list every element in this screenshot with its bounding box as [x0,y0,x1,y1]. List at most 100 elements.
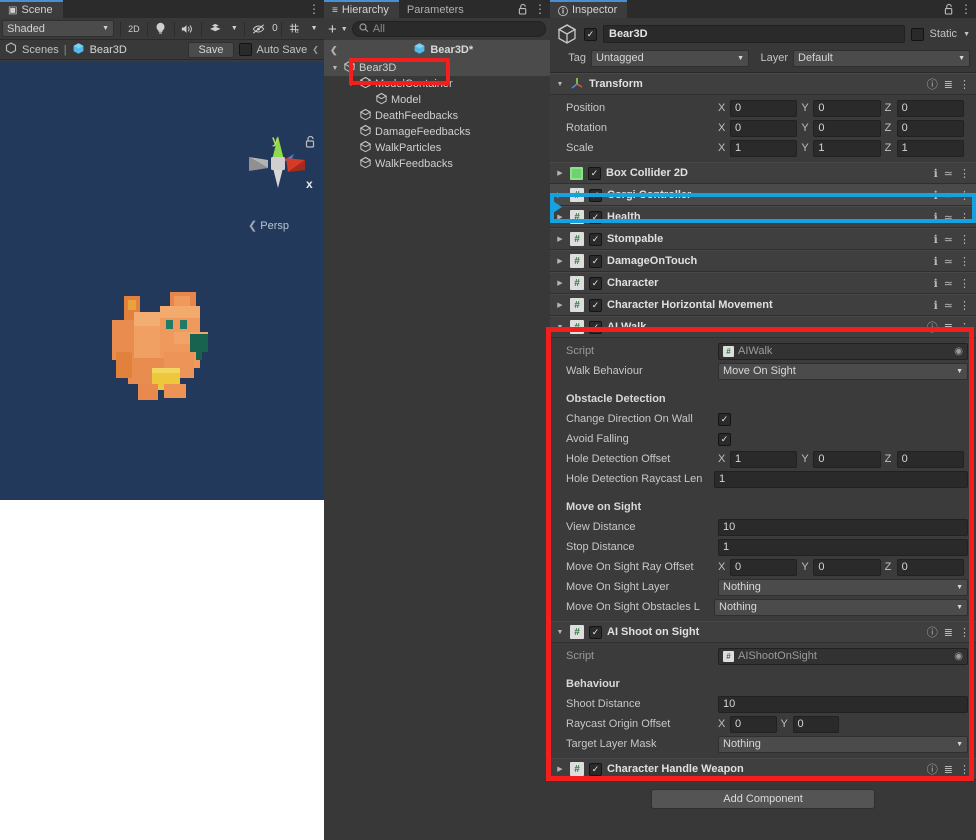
hole-offset-x-input[interactable]: 1 [730,450,798,468]
kebab-icon[interactable]: ⋮ [959,277,970,290]
foldout-collapsed-icon[interactable]: ▶ [555,765,565,773]
help-icon[interactable]: ⓘ [927,761,938,777]
component-enabled-checkbox[interactable]: ✓ [589,298,602,312]
hierarchy-item-bear3d[interactable]: ▼ Bear3D [324,60,550,76]
preset-icon[interactable]: ≃ [944,211,953,224]
ai-walk-enabled-checkbox[interactable]: ✓ [589,320,602,334]
tab-parameters[interactable]: Parameters [398,0,474,18]
component-enabled-checkbox[interactable]: ✓ [589,188,602,202]
preset-icon[interactable]: ≣ [944,626,953,639]
component-header-transform[interactable]: ▼ Transform ⓘ ≣ ⋮ [550,73,976,95]
foldout-expanded-icon[interactable]: ▼ [330,65,340,72]
breadcrumb-collapse-chevron-icon[interactable]: ❮ [312,45,319,54]
foldout-expanded-icon[interactable]: ▼ [555,629,565,636]
obstacles-layer-dropdown[interactable]: Nothing ▼ [714,598,968,616]
hierarchy-search-input[interactable]: All [351,21,546,37]
preset-icon[interactable]: ≃ [944,277,953,290]
tab-scene[interactable]: ▣ Scene [0,0,63,18]
stop-distance-input[interactable]: 1 [718,538,968,556]
ray-offset-z-input[interactable]: 0 [896,558,964,576]
kebab-icon[interactable]: ⋮ [959,321,970,334]
component-header-character[interactable]: ▶ # ✓ Character ℹ ≃ ⋮ [550,272,976,294]
kebab-icon[interactable]: ⋮ [959,211,970,224]
tag-dropdown[interactable]: Untagged ▼ [591,49,749,67]
component-header-box-collider-2d[interactable]: ▶ ✓ Box Collider 2D ℹ ≃ ⋮ [550,162,976,184]
character-handle-weapon-enabled-checkbox[interactable]: ✓ [589,762,602,776]
transform-position-z-input[interactable]: 0 [896,99,964,117]
hidden-objects-icon[interactable] [247,20,270,37]
shoot-distance-input[interactable]: 10 [718,695,968,713]
layer-dropdown[interactable]: Default ▼ [793,49,970,67]
preset-icon[interactable]: ≣ [944,763,953,776]
gameobject-active-checkbox[interactable]: ✓ [584,27,597,41]
help-icon[interactable]: ℹ [934,277,938,290]
perspective-label[interactable]: ❮ Persp [248,219,289,232]
hierarchy-scene-row[interactable]: ❮ Bear3D* [324,40,550,60]
save-button[interactable]: Save [188,41,234,58]
script-object-field[interactable]: # AIWalk ◉ [718,342,968,360]
hole-offset-z-input[interactable]: 0 [896,450,964,468]
effects-dropdown-chevron-icon[interactable]: ▼ [226,20,242,37]
create-dropdown-chevron-icon[interactable]: ▼ [341,26,348,33]
transform-position-x-input[interactable]: 0 [730,99,798,117]
foldout-collapsed-icon[interactable]: ▶ [555,169,565,177]
foldout-expanded-icon[interactable]: ▼ [555,324,565,331]
component-header-character-horizontal-movement[interactable]: ▶ # ✓ Character Horizontal Movement ℹ ≃ ⋮ [550,294,976,316]
preset-icon[interactable]: ≃ [944,299,953,312]
grid-dropdown-chevron-icon[interactable]: ▼ [306,20,322,37]
component-header-character-handle-weapon[interactable]: ▶ # ✓ Character Handle Weapon ⓘ ≣ ⋮ [550,758,976,780]
component-header-ai-walk[interactable]: ▼ # ✓ AI Walk ⓘ ≣ ⋮ [550,316,976,338]
preset-icon[interactable]: ≃ [944,167,953,180]
preset-icon[interactable]: ≣ [944,321,953,334]
foldout-collapsed-icon[interactable]: ▶ [555,279,565,287]
lighting-icon[interactable] [150,20,172,37]
kebab-icon[interactable]: ⋮ [959,233,970,246]
avoid-falling-checkbox[interactable]: ✓ [718,432,731,446]
foldout-collapsed-icon[interactable]: ▶ [555,257,565,265]
component-header-stompable[interactable]: ▶ # ✓ Stompable ℹ ≃ ⋮ [550,228,976,250]
object-picker-icon[interactable]: ◉ [954,346,963,357]
sight-layer-dropdown[interactable]: Nothing ▼ [718,578,968,596]
hierarchy-item-model[interactable]: Model [324,92,550,108]
scene-menu-kebab-icon[interactable]: ⋮ [308,2,320,16]
hierarchy-item-deathfeedbacks[interactable]: DeathFeedbacks [324,108,550,124]
view-distance-input[interactable]: 10 [718,518,968,536]
target-layer-dropdown[interactable]: Nothing ▼ [718,735,968,753]
audio-icon[interactable] [176,20,199,37]
auto-save-checkbox[interactable] [238,43,252,56]
help-icon[interactable]: ⓘ [927,624,938,640]
ray-offset-x-input[interactable]: 0 [730,558,798,576]
create-object-button[interactable]: + [328,22,337,37]
transform-rotation-y-input[interactable]: 0 [813,119,881,137]
help-icon[interactable]: ℹ [934,211,938,224]
preset-icon[interactable]: ≃ [944,233,953,246]
static-dropdown-chevron-icon[interactable]: ▼ [963,31,970,38]
hierarchy-item-modelcontainer[interactable]: ▼ ModelContainer [324,76,550,92]
raycast-origin-x-input[interactable]: 0 [730,715,777,733]
preset-icon[interactable]: ≣ [944,78,953,91]
hierarchy-item-walkfeedbacks[interactable]: WalkFeedbacks [324,156,550,172]
kebab-icon[interactable]: ⋮ [959,167,970,180]
lock-open-icon[interactable] [305,135,316,151]
help-icon[interactable]: ⓘ [927,76,938,92]
component-header-damageontouch[interactable]: ▶ # ✓ DamageOnTouch ℹ ≃ ⋮ [550,250,976,272]
change-direction-checkbox[interactable]: ✓ [718,412,731,426]
shoot-script-object-field[interactable]: # AIShootOnSight ◉ [718,647,968,665]
hierarchy-item-damagefeedbacks[interactable]: DamageFeedbacks [324,124,550,140]
scene-viewport[interactable]: y x ❮ Persp [0,62,324,500]
walk-behaviour-dropdown[interactable]: Move On Sight ▼ [718,362,968,380]
component-enabled-checkbox[interactable]: ✓ [589,210,602,224]
component-enabled-checkbox[interactable]: ✓ [588,166,601,180]
component-header-corgi-controller[interactable]: ▶ # ✓ Corgi Controller ℹ ≃ ⋮ [550,184,976,206]
scene-name-label[interactable]: Bear3D [90,44,127,56]
object-name-input[interactable]: Bear3D [603,25,905,43]
help-icon[interactable]: ℹ [934,167,938,180]
add-component-button[interactable]: Add Component [651,789,875,809]
help-icon[interactable]: ℹ [934,189,938,202]
raycast-origin-y-input[interactable]: 0 [792,715,839,733]
inspector-menu-kebab-icon[interactable]: ⋮ [960,2,972,16]
hole-offset-y-input[interactable]: 0 [813,450,881,468]
help-icon[interactable]: ℹ [934,255,938,268]
kebab-icon[interactable]: ⋮ [959,299,970,312]
back-chevron-icon[interactable]: ❮ [330,45,338,56]
